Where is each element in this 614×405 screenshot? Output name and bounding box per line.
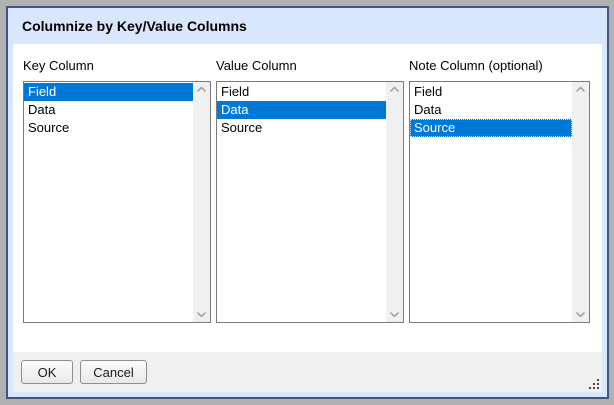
dialog-main: Key Column FieldDataSource Value Column …: [13, 44, 602, 392]
list-item[interactable]: Source: [24, 119, 193, 137]
list-item[interactable]: Field: [217, 83, 386, 101]
key-column-group: Key Column FieldDataSource: [23, 58, 211, 352]
list-item[interactable]: Data: [217, 101, 386, 119]
note-column-label: Note Column (optional): [409, 58, 590, 73]
value-column-label: Value Column: [216, 58, 404, 73]
scroll-down-icon[interactable]: [197, 312, 206, 317]
dialog-content: Key Column FieldDataSource Value Column …: [13, 44, 602, 352]
list-item[interactable]: Field: [24, 83, 193, 101]
key-column-label: Key Column: [23, 58, 211, 73]
ok-button[interactable]: OK: [21, 360, 73, 384]
list-item[interactable]: Data: [410, 101, 572, 119]
key-column-list: FieldDataSource: [24, 82, 193, 322]
key-column-scrollbar[interactable]: [193, 82, 210, 322]
note-column-list: FieldDataSource: [410, 82, 572, 322]
list-item[interactable]: Source: [217, 119, 386, 137]
value-column-list: FieldDataSource: [217, 82, 386, 322]
list-item[interactable]: Data: [24, 101, 193, 119]
note-column-group: Note Column (optional) FieldDataSource: [409, 58, 590, 352]
scroll-down-icon[interactable]: [390, 312, 399, 317]
columnize-dialog: Columnize by Key/Value Columns Key Colum…: [6, 6, 609, 399]
value-column-group: Value Column FieldDataSource: [216, 58, 404, 352]
dialog-titlebar: Columnize by Key/Value Columns: [8, 8, 607, 44]
key-column-listbox[interactable]: FieldDataSource: [23, 81, 211, 323]
note-column-listbox[interactable]: FieldDataSource: [409, 81, 590, 323]
cancel-button[interactable]: Cancel: [80, 360, 147, 384]
resize-grip-icon[interactable]: [588, 378, 600, 390]
list-item[interactable]: Field: [410, 83, 572, 101]
dialog-footer: OK Cancel: [13, 352, 602, 392]
value-column-scrollbar[interactable]: [386, 82, 403, 322]
scroll-up-icon[interactable]: [197, 87, 206, 92]
list-item[interactable]: Source: [410, 119, 572, 137]
scroll-up-icon[interactable]: [576, 87, 585, 92]
value-column-listbox[interactable]: FieldDataSource: [216, 81, 404, 323]
note-column-scrollbar[interactable]: [572, 82, 589, 322]
dialog-title: Columnize by Key/Value Columns: [22, 18, 247, 34]
scroll-up-icon[interactable]: [390, 87, 399, 92]
scroll-down-icon[interactable]: [576, 312, 585, 317]
